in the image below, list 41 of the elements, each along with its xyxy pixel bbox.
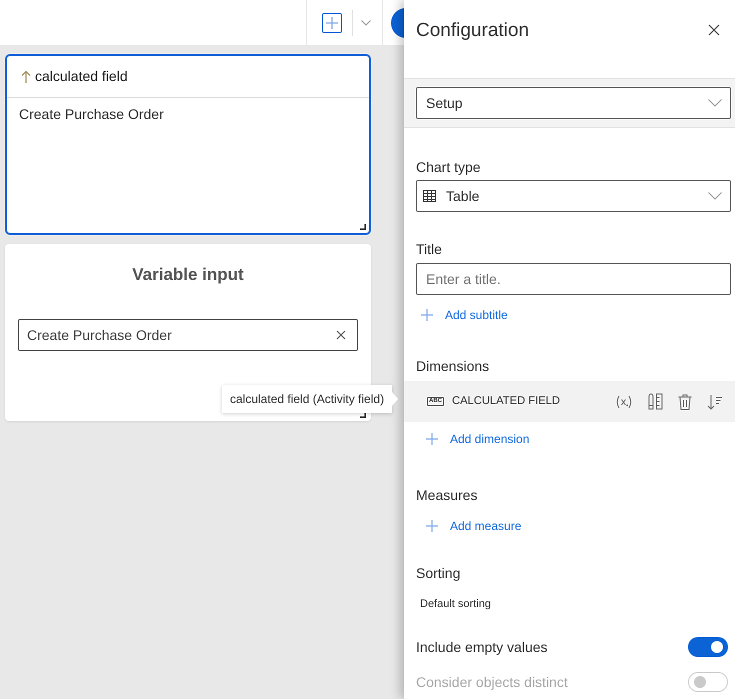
pencil-ruler-icon[interactable]: [648, 393, 663, 410]
plus-icon: [426, 433, 438, 445]
chevron-down-icon: [708, 192, 722, 200]
add-link[interactable]: Add subtitle: [421, 306, 508, 324]
sorting-value: Default sorting: [420, 597, 492, 612]
widget-title: Variable input: [131, 265, 245, 285]
variable-icon[interactable]: [615, 394, 633, 408]
field-label: Chart type: [416, 158, 482, 176]
chevron-down-icon[interactable]: [361, 20, 371, 26]
toggle-label: Consider objects distinct: [416, 672, 568, 692]
add-button[interactable]: [322, 12, 342, 32]
table-cell-text: Create Purchase Order: [18, 105, 165, 123]
text-input[interactable]: Create Purchase Order: [18, 319, 358, 351]
plus-icon: [426, 520, 438, 532]
table-widget[interactable]: calculated field Create Purchase Order: [5, 54, 371, 235]
tooltip: calculated field (Activity field): [222, 385, 398, 413]
dimension-name: CALCULATED FIELD: [452, 394, 561, 410]
resize-handle-icon[interactable]: [360, 224, 366, 230]
chart-type-dropdown[interactable]: Table: [416, 180, 731, 212]
sort-icon[interactable]: [707, 394, 723, 410]
section-label: Dimensions: [416, 357, 490, 375]
clear-icon[interactable]: [336, 330, 346, 340]
plus-icon: [421, 309, 433, 321]
title-input[interactable]: Enter a title.: [416, 263, 731, 295]
toggle-label: Include empty values: [416, 638, 548, 657]
section-label: Sorting: [416, 564, 462, 582]
add-link[interactable]: Add measure: [426, 517, 522, 535]
section-label: Measures: [416, 486, 478, 504]
trash-icon[interactable]: [678, 394, 692, 410]
panel-title: Configuration: [416, 19, 530, 43]
chevron-down-icon: [708, 99, 722, 107]
round-button[interactable]: [391, 8, 404, 38]
field-label: Title: [416, 240, 443, 258]
toggle-switch[interactable]: [688, 637, 728, 657]
resize-handle-icon[interactable]: [360, 412, 366, 418]
add-link[interactable]: Add dimension: [426, 430, 530, 448]
close-icon[interactable]: [708, 24, 720, 36]
plus-icon: [326, 16, 338, 28]
table-icon: [423, 190, 436, 202]
column-header[interactable]: calculated field: [35, 66, 128, 87]
view-dropdown[interactable]: Setup: [416, 87, 731, 119]
